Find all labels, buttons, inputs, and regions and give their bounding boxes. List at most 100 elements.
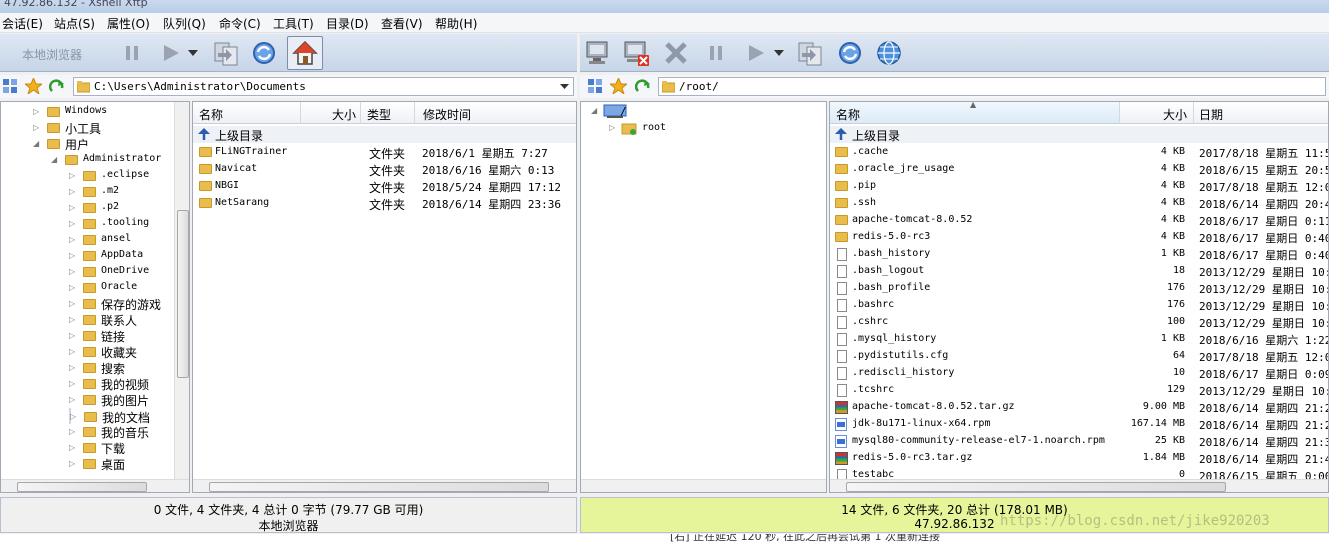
globe-button[interactable] [873,37,905,69]
remote-tree-hscrollbar[interactable] [581,479,826,492]
file-row[interactable]: .cache 4 KB 2017/8/18 星期五 11:59 [830,144,1328,161]
home-button[interactable] [287,36,323,70]
menu-properties[interactable]: 属性(O) [107,15,150,32]
favorites-star-icon[interactable] [610,78,627,94]
local-tree-hscrollbar[interactable] [1,479,189,492]
go-up-icon[interactable] [635,78,651,94]
file-row[interactable]: mysql80-community-release-el7-1.noarch.r… [830,433,1328,450]
parent-dir-row[interactable]: 上级目录 [193,126,576,143]
parent-dir-row[interactable]: 上级目录 [830,126,1328,143]
expand-arrow-icon[interactable]: ▷ [69,283,75,292]
file-row[interactable]: .cshrc 100 2013/12/29 星期日 10:26 [830,314,1328,331]
file-row[interactable]: redis-5.0-rc3 4 KB 2018/6/17 星期日 0:40 [830,229,1328,246]
file-row[interactable]: apache-tomcat-8.0.52 4 KB 2018/6/17 星期日 0:… [830,212,1328,229]
expand-arrow-icon[interactable]: ▷ [33,123,39,132]
col-name-header[interactable]: 名称 ▲ [830,102,1120,124]
file-row[interactable]: apache-tomcat-8.0.52.tar.gz 9.00 MB 2018/6… [830,399,1328,416]
remote-start-dropdown[interactable] [772,37,786,69]
tree-item-label: .m2 [101,185,120,196]
expand-arrow-icon[interactable]: ▷ [69,379,75,388]
remote-path-input[interactable]: /root/ [658,77,1326,96]
expand-arrow-icon[interactable]: ▷ [69,363,75,372]
scroll-thumb[interactable] [177,210,189,378]
file-row[interactable]: .pydistutils.cfg 64 2017/8/18 星期五 12:00 [830,348,1328,365]
file-row[interactable]: .bash_profile 176 2013/12/29 星期日 10:26 [830,280,1328,297]
refresh-button[interactable] [248,37,280,69]
connect-button[interactable] [582,37,614,69]
expand-arrow-icon[interactable]: ▷ [69,331,75,340]
local-list-hscrollbar[interactable] [193,479,576,492]
expand-arrow-icon[interactable]: ▷ [70,412,76,421]
file-row[interactable]: .oracle_jre_usage 4 KB 2018/6/15 星期五 20:50 [830,161,1328,178]
remote-refresh-button[interactable] [834,37,866,69]
file-row[interactable]: .bash_history 1 KB 2018/6/17 星期日 0:40 [830,246,1328,263]
file-row[interactable]: jdk-8u171-linux-x64.rpm 167.14 MB 2018/6/1… [830,416,1328,433]
file-row[interactable]: FLiNGTrainer 文件夹 2018/6/1 星期五 7:27 [193,144,576,161]
expand-arrow-icon[interactable]: ▷ [69,251,75,260]
expand-arrow-icon[interactable]: ▷ [69,203,75,212]
local-tree-vscrollbar[interactable] [174,102,189,479]
expand-arrow-icon[interactable]: ▷ [69,315,75,324]
file-row[interactable]: .tcshrc 129 2013/12/29 星期日 10:26 [830,382,1328,399]
file-name: .rediscli_history [852,367,955,378]
favorites-star-icon[interactable] [25,78,42,94]
disconnect-button[interactable] [620,37,652,69]
col-size-header[interactable]: 大小 [301,102,361,124]
file-row[interactable]: Navicat 文件夹 2018/6/16 星期六 0:13 [193,161,576,178]
file-row[interactable]: .ssh 4 KB 2018/6/14 星期四 20:42 [830,195,1328,212]
menu-queue[interactable]: 队列(Q) [163,15,206,32]
expand-arrow-icon[interactable]: ▷ [69,459,75,468]
go-up-icon[interactable] [49,78,65,94]
remote-transfer-button[interactable] [794,37,826,69]
col-size-header[interactable]: 大小 [1120,102,1194,124]
transfer-button[interactable] [210,37,242,69]
scroll-thumb[interactable] [846,482,1226,492]
file-row[interactable]: .mysql_history 1 KB 2018/6/16 星期六 1:22 [830,331,1328,348]
file-row[interactable]: NBGI 文件夹 2018/5/24 星期四 17:12 [193,178,576,195]
file-icon [837,350,847,363]
expand-arrow-icon[interactable]: ▷ [69,235,75,244]
file-row[interactable]: redis-5.0-rc3.tar.gz 1.84 MB 2018/6/14 星期四… [830,450,1328,467]
expand-arrow-icon[interactable]: ▷ [69,347,75,356]
menu-command[interactable]: 命令(C) [219,15,261,32]
file-name: .mysql_history [852,333,937,344]
cancel-button[interactable] [660,37,692,69]
expand-arrow-icon[interactable]: ▷ [69,395,75,404]
file-row[interactable]: .bashrc 176 2013/12/29 星期日 10:26 [830,297,1328,314]
menu-session[interactable]: 会话(E) [2,15,43,32]
remote-start-button[interactable] [740,37,772,69]
expand-arrow-icon[interactable]: ▷ [33,107,39,116]
expand-arrow-icon[interactable]: ◢ [51,155,57,164]
scroll-thumb[interactable] [209,482,549,492]
tree-item[interactable]: ▷ 我的文档 [69,408,150,425]
file-row[interactable]: .bash_logout 18 2013/12/29 星期日 10:26 [830,263,1328,280]
col-date-header[interactable]: 日期 [1194,102,1328,124]
menu-tools[interactable]: 工具(T) [273,15,314,32]
scroll-thumb[interactable] [17,482,147,492]
folder-icon [83,267,96,277]
pause-button[interactable] [116,37,148,69]
file-row[interactable]: .pip 4 KB 2017/8/18 星期五 12:00 [830,178,1328,195]
col-type-header[interactable]: 类型 [361,102,415,124]
file-row[interactable]: NetSarang 文件夹 2018/6/14 星期四 23:36 [193,195,576,212]
menu-directory[interactable]: 目录(D) [326,15,369,32]
expand-arrow-icon[interactable]: ▷ [69,219,75,228]
col-mtime-header[interactable]: 修改时间 [415,102,576,124]
remote-pause-button[interactable] [700,37,732,69]
expand-arrow-icon[interactable]: ▷ [69,187,75,196]
expand-arrow-icon[interactable]: ▷ [69,171,75,180]
start-button[interactable] [155,37,187,69]
expand-arrow-icon[interactable]: ▷ [69,443,75,452]
expand-arrow-icon[interactable]: ▷ [69,427,75,436]
expand-arrow-icon[interactable]: ◢ [33,139,39,148]
local-path-input[interactable]: C:\Users\Administrator\Documents [73,77,574,96]
expand-arrow-icon[interactable]: ▷ [69,299,75,308]
start-dropdown[interactable] [186,37,200,69]
remote-list-hscrollbar[interactable] [830,479,1328,492]
menu-view[interactable]: 查看(V) [381,15,423,32]
file-row[interactable]: .rediscli_history 10 2018/6/17 星期日 0:09 [830,365,1328,382]
menu-help[interactable]: 帮助(H) [435,15,477,32]
col-name-header[interactable]: 名称 [193,102,301,124]
menu-site[interactable]: 站点(S) [54,15,95,32]
expand-arrow-icon[interactable]: ▷ [69,267,75,276]
